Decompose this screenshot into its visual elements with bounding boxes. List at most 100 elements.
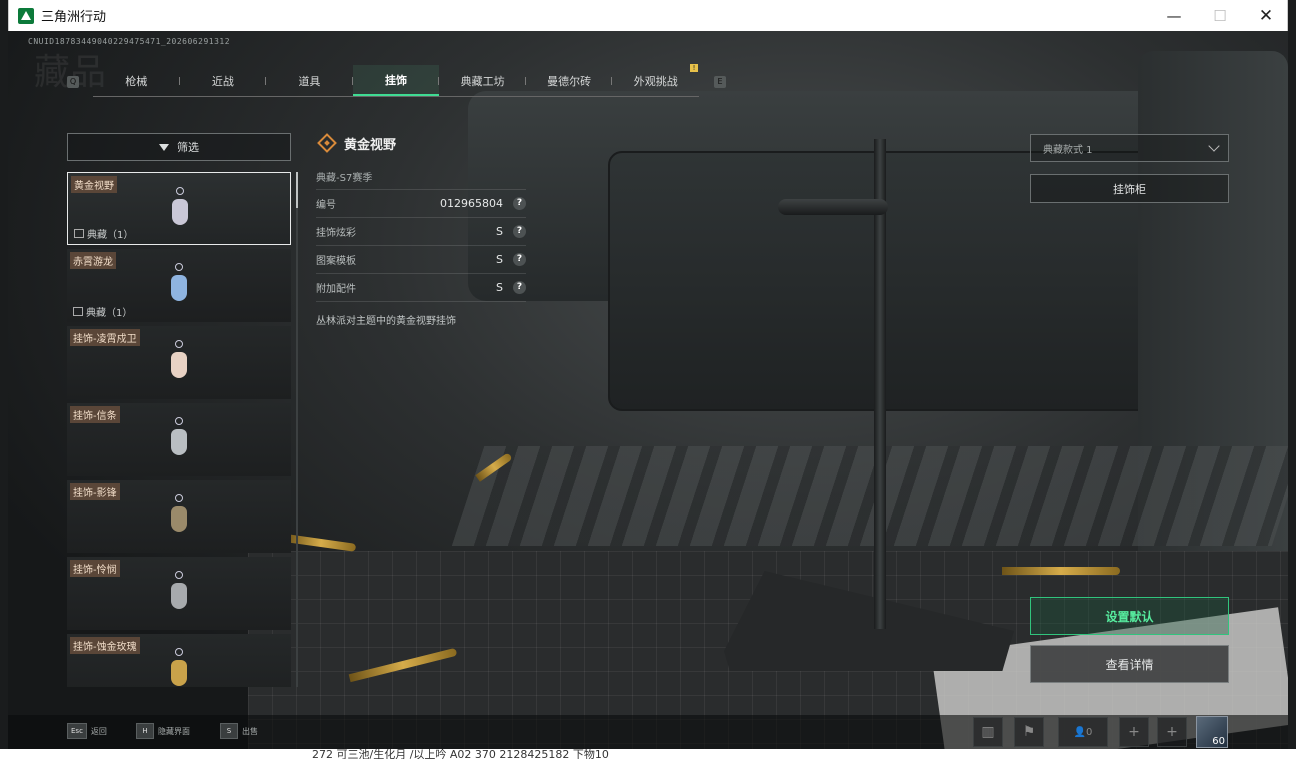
flag-icon[interactable]: ⚑ [1014, 717, 1044, 747]
close-button[interactable]: ✕ [1243, 0, 1289, 31]
hide-ui-hint[interactable]: H 隐藏界面 [136, 723, 190, 739]
detail-season: 典藏-S7赛季 [316, 169, 526, 190]
maximize-button[interactable]: ☐ [1197, 0, 1243, 31]
charm-list-item[interactable]: 黄金视野 典藏（1） [67, 172, 291, 245]
collection-tag-label: 典藏（1） [87, 230, 134, 241]
charm-figure-icon [171, 275, 187, 301]
display-stand-arm [778, 199, 888, 215]
charm-figure-icon [171, 506, 187, 532]
set-default-button[interactable]: 设置默认 [1030, 597, 1229, 635]
detail-title-row: 黄金视野 [316, 129, 526, 157]
category-tabs: 枪械 近战 道具 挂饰 典藏工坊 曼德尔砖 外观挑战 [93, 65, 699, 97]
tab-charms[interactable]: 挂饰 [352, 65, 440, 96]
friends-icon[interactable]: 👤 0 [1058, 717, 1108, 747]
detail-row-value: S [496, 253, 503, 266]
charm-thumbnail [167, 340, 191, 386]
add-slot-button[interactable]: + [1157, 717, 1187, 747]
image-icon [74, 229, 84, 238]
charm-detail-panel: 黄金视野 典藏-S7赛季 编号 012965804 ? 挂饰炫彩 S ? 图案模… [316, 129, 526, 327]
add-slot-button[interactable]: + [1119, 717, 1149, 747]
charm-thumbnail [167, 263, 191, 309]
prev-tab-key[interactable]: Q [67, 76, 79, 88]
charm-list-item[interactable]: 挂饰-怜悯 [67, 557, 291, 630]
list-scrollbar-thumb[interactable] [296, 172, 298, 208]
charm-list: 黄金视野 典藏（1） 赤霄游龙 典藏（1） 挂饰-凌霄戍卫 挂饰-信条 挂饰-影锋 挂饰-怜悯… [67, 172, 291, 687]
scene-grille [451, 446, 1288, 546]
chevron-down-icon [1208, 140, 1220, 152]
charm-figure-icon [171, 352, 187, 378]
charm-list-item[interactable]: 挂饰-影锋 [67, 480, 291, 553]
friends-count: 0 [1086, 726, 1093, 738]
filter-icon [159, 143, 169, 151]
filter-label: 筛选 [177, 141, 199, 154]
list-scrollbar[interactable] [296, 172, 298, 687]
avatar[interactable]: 60 [1196, 716, 1228, 748]
stats-icon[interactable]: ▥ [973, 717, 1003, 747]
charm-name: 赤霄游龙 [70, 252, 116, 269]
charm-figure-icon [171, 660, 187, 686]
avatar-level: 60 [1212, 736, 1225, 747]
tab-collection-workshop[interactable]: 典藏工坊 [439, 65, 526, 96]
charm-name: 挂饰-信条 [70, 406, 120, 423]
help-icon[interactable]: ? [513, 253, 526, 266]
image-icon [73, 307, 83, 316]
sell-hint[interactable]: S 出售 [220, 723, 258, 739]
detail-title: 黄金视野 [344, 137, 397, 153]
help-icon[interactable]: ? [513, 225, 526, 238]
charm-thumbnail [167, 648, 191, 687]
rarity-diamond-icon [317, 133, 337, 153]
view-details-button[interactable]: 查看详情 [1030, 645, 1229, 683]
charm-list-item[interactable]: 挂饰-信条 [67, 403, 291, 476]
charm-list-item[interactable]: 挂饰-凌霄戍卫 [67, 326, 291, 399]
next-tab-key[interactable]: E [714, 76, 726, 88]
detail-row-attachment: 附加配件 S ? [316, 274, 526, 302]
detail-row-value: 012965804 [440, 197, 503, 210]
charm-name: 挂饰-凌霄戍卫 [70, 329, 140, 346]
charm-list-item[interactable]: 挂饰-蚀金玫瑰 [67, 634, 291, 687]
collection-tag-label: 典藏（1） [86, 308, 133, 319]
filter-button[interactable]: 筛选 [67, 133, 291, 161]
tab-items[interactable]: 道具 [266, 65, 353, 96]
back-hint[interactable]: Esc 返回 [67, 723, 107, 739]
charm-figure-icon [171, 429, 187, 455]
tab-appearance-challenge[interactable]: 外观挑战 [612, 65, 699, 96]
detail-row-label: 图案模板 [316, 256, 356, 267]
collection-tag: 典藏（1） [73, 304, 132, 319]
detail-row-finish: 挂饰炫彩 S ? [316, 218, 526, 246]
app-window: 三角洲行动 — ☐ ✕ CNUID18783449040229475471_20… [0, 0, 1296, 759]
charm-thumbnail [168, 187, 192, 233]
charm-thumbnail [167, 417, 191, 463]
person-icon: 👤 [1073, 726, 1087, 738]
help-icon[interactable]: ? [513, 197, 526, 210]
charm-thumbnail [167, 571, 191, 617]
charm-ring-icon [175, 648, 183, 656]
background-window-text: 272 可三池/生化月 /以上吟 A02 370 2128425182 下物10 [312, 749, 609, 759]
tab-melee[interactable]: 近战 [180, 65, 267, 96]
charm-figure-icon [171, 583, 187, 609]
style-select[interactable]: 典藏款式 1 [1030, 134, 1229, 162]
tab-mandel-brick[interactable]: 曼德尔砖 [526, 65, 613, 96]
detail-row-label: 挂饰炫彩 [316, 228, 356, 239]
detail-row-serial: 编号 012965804 ? [316, 190, 526, 218]
background-window-strip: 272 可三池/生化月 /以上吟 A02 370 2128425182 下物10 [0, 749, 1296, 759]
hint-label: 返回 [90, 726, 107, 736]
charm-list-item[interactable]: 赤霄游龙典藏（1） [67, 249, 291, 322]
key-h: H [136, 723, 154, 739]
scene-bullet [1002, 567, 1120, 575]
collection-tag: 典藏（1） [74, 226, 133, 241]
tab-firearms[interactable]: 枪械 [93, 65, 180, 96]
hint-label: 隐藏界面 [158, 726, 190, 736]
key-s: S [220, 723, 238, 739]
detail-row-pattern: 图案模板 S ? [316, 246, 526, 274]
hint-label: 出售 [242, 726, 258, 736]
charm-cabinet-button[interactable]: 挂饰柜 [1030, 174, 1229, 203]
detail-row-label: 附加配件 [316, 284, 356, 295]
charm-ring-icon [176, 187, 184, 195]
charm-ring-icon [175, 494, 183, 502]
detail-description: 丛林派对主题中的黄金视野挂饰 [316, 316, 456, 327]
charm-name: 挂饰-怜悯 [70, 560, 120, 577]
minimize-button[interactable]: — [1151, 0, 1197, 31]
help-icon[interactable]: ? [513, 281, 526, 294]
charm-ring-icon [175, 571, 183, 579]
charm-thumbnail [167, 494, 191, 540]
